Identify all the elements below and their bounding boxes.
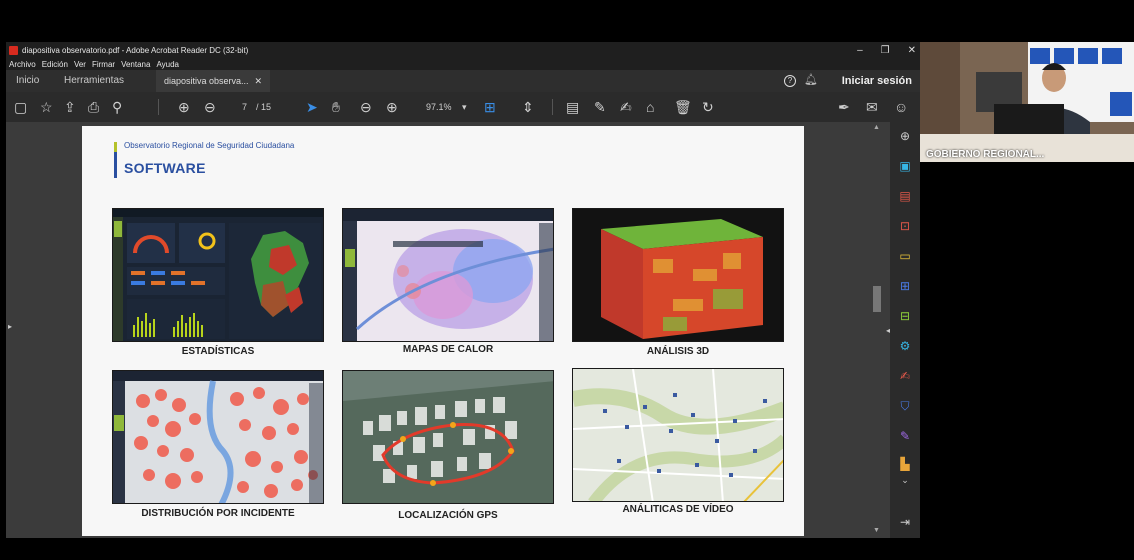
close-window-button[interactable]: ✕ [908,45,916,56]
tab-close-icon[interactable]: ✕ [255,76,263,86]
right-tools-pane: ◂ ⊕ ▣ ▤ ⊡ ▭ ⊞ ⊟ ⚙︎ ✍︎ ⛉ ✎ ▙ ⌄ ⇥ [886,122,920,538]
notification-bell-icon[interactable]: 🔔︎ [804,73,818,86]
tab-herramientas[interactable]: Herramientas [64,70,124,92]
tab-document[interactable]: diapositiva observa... ✕ [156,70,271,92]
settings-gear-icon[interactable]: ⚙︎ [897,338,913,354]
toolbar-divider [158,99,159,115]
caption-estadisticas: ESTADÍSTICAS [181,346,255,357]
protect-shield-icon[interactable]: ⛉ [897,398,913,414]
slide-title: SOFTWARE [124,160,206,176]
pane-toggle-icon[interactable]: ⇥ [897,514,913,530]
caption-analisis-3d: ANÁLISIS 3D [646,346,710,357]
caption-localizacion-gps: LOCALIZACIÓN GPS [398,510,498,521]
compress-icon[interactable]: ⊟ [897,308,913,324]
signin-link[interactable]: Iniciar sesión [842,70,912,92]
heat-map-image [342,208,554,342]
create-pdf-icon[interactable]: ▣ [897,158,913,174]
page-total: / 15 [256,102,272,112]
more-tools-icon[interactable]: ▙ [897,456,913,472]
scrollbar-thumb[interactable] [873,286,881,312]
acrobat-window: diapositiva observatorio.pdf - Adobe Acr… [6,42,920,538]
tools-pane-collapse-icon[interactable]: ◂ [886,326,890,335]
comment-tool-icon[interactable]: ▭ [897,248,913,264]
tab-document-label: diapositiva observa... [164,76,249,86]
comment-icon[interactable]: ▤ [566,98,579,116]
share-user-icon[interactable]: ☺︎ [894,98,908,116]
video-analytics-image [572,368,784,502]
title-bar: diapositiva observatorio.pdf - Adobe Acr… [6,42,920,58]
menu-archivo[interactable]: Archivo [9,60,36,69]
select-cursor-icon[interactable]: ➤ [306,98,318,116]
save-icon[interactable]: ▢ [14,98,27,116]
scroll-mode-icon[interactable]: ⇕ [522,98,534,116]
restore-button[interactable]: ❐ [881,45,890,56]
fit-page-icon[interactable]: ⊞ [484,98,496,116]
export-pdf-icon[interactable]: ⊡ [897,218,913,234]
gps-location-image [342,370,554,504]
caption-distribucion-por-incidente: DISTRIBUCIÓN POR INCIDENTE [141,508,295,519]
menu-ver[interactable]: Ver [74,60,86,69]
scroll-down-icon[interactable]: ▼ [873,527,880,534]
next-page-icon[interactable]: ⊖ [204,98,216,116]
incident-distribution-image [112,370,324,504]
rotate-icon[interactable]: ↻ [702,98,714,116]
fill-sign-icon[interactable]: ✒︎ [838,98,850,116]
tab-bar: Inicio Herramientas diapositiva observa.… [6,70,920,92]
participant-name-label: GOBIERNO REGIONAL... [926,149,1045,160]
screen: { "window": { "title": "diapositiva obse… [0,0,1134,560]
zoom-tool-icon[interactable]: ⊕ [897,128,913,144]
acrobat-app-icon [9,45,18,55]
webcam-participant-image [920,42,1134,162]
pdf-page: Observatorio Regional de Seguridad Ciuda… [82,126,804,536]
vertical-scrollbar[interactable]: ▲ ▼ [870,122,884,538]
upload-cloud-icon[interactable]: ⇪ [64,98,76,116]
tools-expand-down-icon[interactable]: ⌄ [897,472,913,488]
menu-bar: Archivo Edición Ver Firmar Ventana Ayuda [6,58,920,70]
search-icon[interactable]: ⚲ [112,98,122,116]
help-icon[interactable]: ? [784,75,796,87]
draw-icon[interactable]: ✍︎ [620,98,632,116]
main-toolbar: ▢ ☆ ⇪ ⎙ ⚲ ⊕ ⊖ 7 / 15 ➤ ✋︎ ⊖ ⊕ 97.1% ▾ ⊞ … [6,92,920,122]
3d-analysis-image [572,208,784,342]
menu-firmar[interactable]: Firmar [92,60,115,69]
page-number-input[interactable]: 7 [242,98,247,116]
bookmark-star-icon[interactable]: ☆ [40,98,53,116]
menu-edicion[interactable]: Edición [42,60,68,69]
toolbar-divider-2 [552,99,553,115]
sign-pen-icon[interactable]: ✍︎ [897,368,913,384]
statistics-dashboard-image [112,208,324,342]
left-pane-expand-icon[interactable]: ▸ [8,322,12,331]
zoom-in-icon[interactable]: ⊕ [386,98,398,116]
document-viewport[interactable]: ▸ Observatorio Regional de Seguridad Ciu… [6,122,890,538]
highlight-pen-icon[interactable]: ✎ [594,98,606,116]
slide-subtitle: Observatorio Regional de Seguridad Ciuda… [124,141,295,150]
scroll-up-icon[interactable]: ▲ [873,124,880,131]
caption-analiticas-de-video: ANÁLITICAS DE VÍDEO [622,504,734,515]
hand-tool-icon[interactable]: ✋︎ [332,98,340,116]
header-accent-bar-green [114,142,117,152]
zoom-out-icon[interactable]: ⊖ [360,98,372,116]
zoom-level-select[interactable]: 97.1% [426,98,452,116]
caption-mapas-de-calor: MAPAS DE CALOR [402,344,494,355]
zoom-dropdown-icon[interactable]: ▾ [462,98,467,116]
stamp-icon[interactable]: ⌂ [646,98,654,116]
webcam-video-tile: GOBIERNO REGIONAL... [920,42,1134,162]
fill-sign-tool-icon[interactable]: ✎ [897,428,913,444]
tab-inicio[interactable]: Inicio [16,70,39,92]
window-title: diapositiva observatorio.pdf - Adobe Acr… [22,45,249,55]
scan-tool-icon[interactable]: ⊞ [897,278,913,294]
minimize-button[interactable]: – [857,45,863,56]
email-icon[interactable]: ✉︎ [866,98,878,116]
prev-page-icon[interactable]: ⊕ [178,98,190,116]
delete-icon[interactable]: 🗑︎ [674,98,692,116]
print-icon[interactable]: ⎙ [88,98,99,116]
organize-pages-icon[interactable]: ▤ [897,188,913,204]
menu-ventana[interactable]: Ventana [121,60,150,69]
menu-ayuda[interactable]: Ayuda [156,60,179,69]
